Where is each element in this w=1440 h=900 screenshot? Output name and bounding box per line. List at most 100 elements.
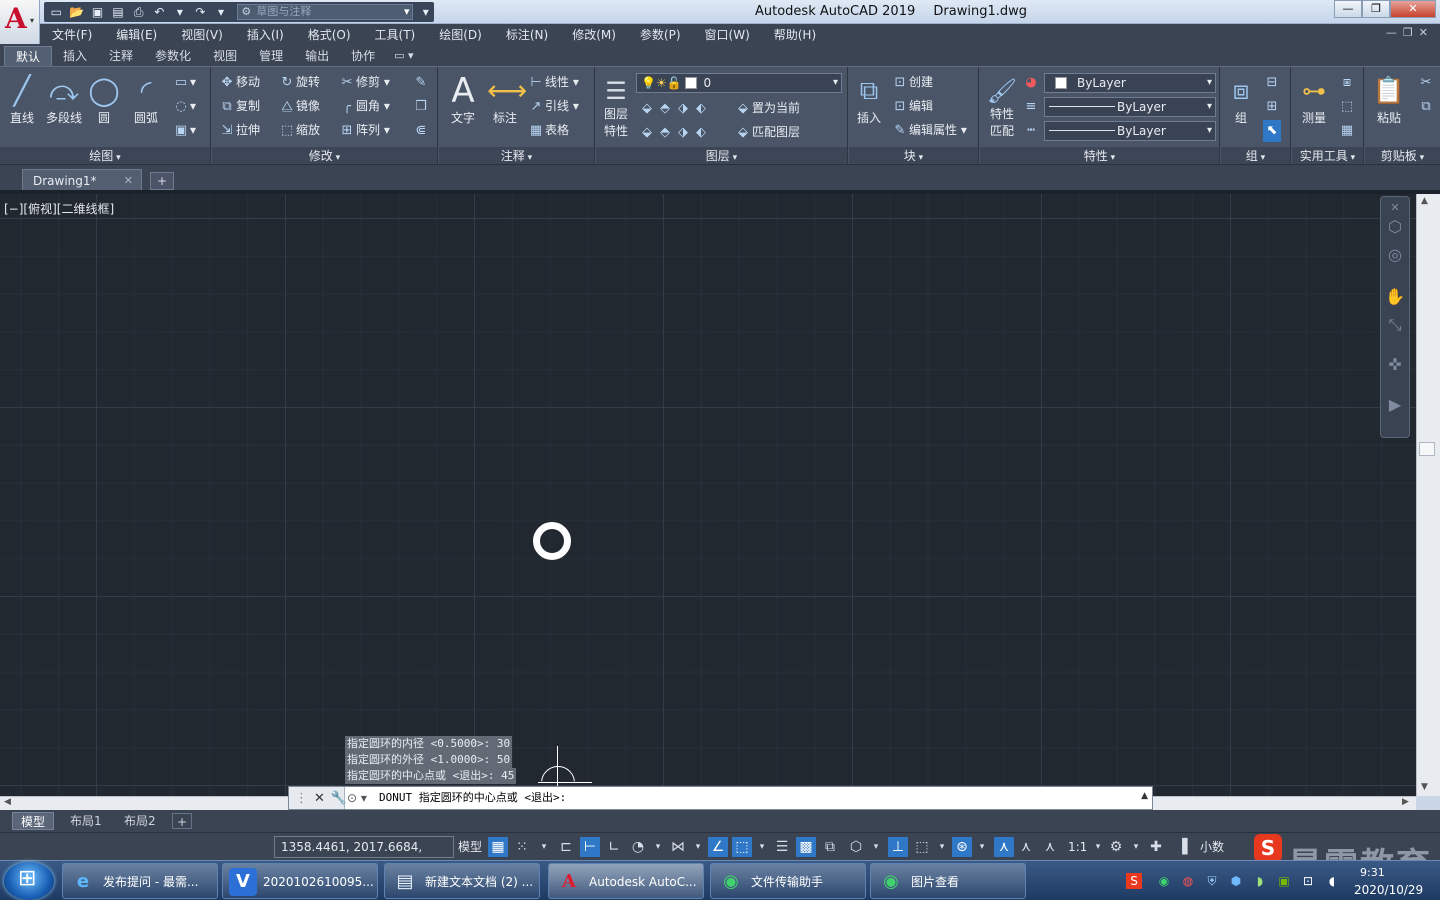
lineweight-display-icon[interactable]: ☰: [772, 837, 792, 857]
grid-icon[interactable]: ▦: [488, 837, 508, 857]
linear-button[interactable]: ⊢ 线性 ▾: [527, 71, 579, 93]
erase-button[interactable]: ✎: [412, 71, 430, 93]
menu-edit[interactable]: 编辑(E): [104, 26, 169, 43]
edit-attributes-button[interactable]: ✎ 编辑属性 ▾: [891, 119, 967, 141]
snap-dropdown-icon[interactable]: ▾: [534, 837, 554, 857]
dimension-button[interactable]: ⟷ 标注: [487, 73, 527, 126]
selection-cycling-icon[interactable]: ⧉: [820, 837, 840, 857]
minimize-button[interactable]: —: [1334, 0, 1362, 18]
3d-osnap-icon[interactable]: ⬡: [846, 837, 866, 857]
trim-button[interactable]: ✂ 修剪 ▾: [338, 71, 390, 93]
panel-annotation-title[interactable]: 注释: [439, 147, 594, 165]
color-wheel-icon[interactable]: ◕: [1022, 71, 1040, 93]
scroll-right-icon[interactable]: ▶: [1402, 797, 1409, 807]
lineweight-icon[interactable]: ≡: [1022, 95, 1040, 117]
workspace-selector[interactable]: 草图与注释: [237, 4, 414, 20]
menu-view[interactable]: 视图(V): [169, 26, 235, 43]
panel-properties-title[interactable]: 特性: [980, 147, 1219, 165]
tab-parametric[interactable]: 参数化: [144, 46, 202, 66]
arc-button[interactable]: ◜ 圆弧: [128, 73, 164, 126]
taskbar-item-autocad[interactable]: A Autodesk AutoC...: [548, 863, 704, 899]
vertical-scrollbar[interactable]: ▲ ▼: [1416, 194, 1440, 796]
dynamic-ucs-icon[interactable]: ⊥: [888, 837, 908, 857]
menu-tools[interactable]: 工具(T): [363, 26, 428, 43]
taskbar-item-browser[interactable]: e 发布提问 - 最需...: [62, 863, 218, 899]
taskbar-item-wechat-transfer[interactable]: ◉ 文件传输助手: [710, 863, 866, 899]
panel-utilities-title[interactable]: 实用工具: [1292, 147, 1363, 165]
panel-layers-title[interactable]: 图层: [596, 147, 847, 165]
layer-tools-row-1[interactable]: ⬙ ⬘ ⬗ ⬖: [638, 97, 710, 119]
save-as-icon[interactable]: ▤: [110, 5, 127, 20]
security-shield-icon[interactable]: ⛨: [1204, 873, 1220, 889]
taskbar-item-image-viewer[interactable]: ◉ 图片查看: [870, 863, 1026, 899]
clock-date[interactable]: 2020/10/29: [1354, 883, 1423, 897]
infer-constraints-icon[interactable]: ⊏: [556, 837, 576, 857]
leader-button[interactable]: ↗ 引线 ▾: [527, 95, 579, 117]
volume-icon[interactable]: ◖: [1324, 873, 1340, 889]
transparency-icon[interactable]: ▩: [796, 837, 816, 857]
polyline-button[interactable]: ⤼ 多段线: [44, 73, 84, 126]
group-button[interactable]: ⧈ 组: [1223, 73, 1259, 126]
new-tab-button[interactable]: +: [150, 172, 174, 190]
measure-button[interactable]: ⊶ 测量: [1296, 73, 1332, 126]
redo-icon[interactable]: ↷: [192, 5, 209, 20]
scroll-up-icon[interactable]: ▲: [1421, 196, 1428, 206]
new-file-icon[interactable]: ▭: [48, 5, 65, 20]
undo-icon[interactable]: ↶: [151, 5, 168, 20]
menu-window[interactable]: 窗口(W): [693, 26, 762, 43]
explode-button[interactable]: ❒: [412, 95, 430, 117]
tab-collaborate[interactable]: 协作: [340, 46, 386, 66]
add-layout-button[interactable]: +: [172, 813, 192, 829]
panel-group-title[interactable]: 组: [1221, 147, 1290, 165]
object-snap-icon[interactable]: ⬚: [732, 837, 752, 857]
tab-manage[interactable]: 管理: [248, 46, 294, 66]
donut-object[interactable]: [533, 522, 571, 560]
file-tab-drawing1[interactable]: Drawing1* ✕: [22, 169, 142, 191]
menu-dimension[interactable]: 标注(N): [494, 26, 560, 43]
close-command-icon[interactable]: ✕: [314, 791, 325, 806]
taskbar-item-notepad[interactable]: ▤ 新建文本文档 (2) ...: [384, 863, 540, 899]
cut-icon[interactable]: ✂: [1417, 71, 1435, 93]
rectangle-button[interactable]: ▭ ▾: [172, 71, 196, 93]
menu-draw[interactable]: 绘图(D): [427, 26, 494, 43]
create-block-button[interactable]: ⊡ 创建: [891, 71, 933, 93]
annotation-scale-selector[interactable]: 1:1: [1068, 836, 1087, 858]
gizmo-dropdown-icon[interactable]: ▾: [972, 837, 992, 857]
selection-filter-dropdown-icon[interactable]: ▾: [932, 837, 952, 857]
update-tray-icon[interactable]: ◗: [1252, 873, 1268, 889]
menu-help[interactable]: 帮助(H): [762, 26, 828, 43]
tab-default[interactable]: 默认: [4, 46, 53, 66]
mirror-button[interactable]: ⧋ 镜像: [278, 95, 320, 117]
steering-wheel-icon[interactable]: ◎: [1385, 245, 1405, 264]
workspace-gear-icon[interactable]: ⚙: [1106, 837, 1126, 857]
line-button[interactable]: ╱ 直线: [4, 73, 40, 126]
start-button[interactable]: [4, 862, 54, 900]
sogou-tray-icon[interactable]: S: [1126, 873, 1142, 889]
annotation-scale-icon[interactable]: ⋏: [1040, 837, 1060, 857]
print-icon[interactable]: ⎙: [130, 5, 147, 20]
osnap-dropdown-icon[interactable]: ▾: [752, 837, 772, 857]
panel-block-title[interactable]: 块: [849, 147, 978, 165]
table-button[interactable]: ▦ 表格: [527, 119, 569, 141]
tab-output[interactable]: 输出: [294, 46, 340, 66]
menu-modify[interactable]: 修改(M): [560, 26, 628, 43]
scroll-left-icon[interactable]: ◀: [4, 797, 11, 807]
color-dropdown[interactable]: ByLayer: [1044, 73, 1216, 93]
scale-dropdown-icon[interactable]: ▾: [1088, 837, 1108, 857]
recent-commands-icon[interactable]: ⊙ ▾: [347, 790, 375, 806]
tab-model[interactable]: 模型: [12, 812, 55, 830]
showmotion-icon[interactable]: ▶: [1385, 395, 1405, 414]
orbit-icon[interactable]: ✜: [1385, 355, 1405, 374]
netease-tray-icon[interactable]: ◍: [1180, 873, 1196, 889]
scale-button[interactable]: ⬚ 缩放: [278, 119, 320, 141]
move-button[interactable]: ✥ 移动: [218, 71, 260, 93]
cube-tray-icon[interactable]: ⬢: [1228, 873, 1244, 889]
command-input[interactable]: DONUT 指定圆环的中心点或 <退出>:: [379, 787, 1132, 809]
gizmo-icon[interactable]: ⊛: [952, 837, 972, 857]
menu-parametric[interactable]: 参数(P): [628, 26, 693, 43]
save-icon[interactable]: ▣: [89, 5, 106, 20]
units-display[interactable]: 小数: [1200, 836, 1224, 858]
layer-tools-row-2[interactable]: ⬙ ⬘ ⬗ ⬖: [638, 121, 710, 143]
polar-dropdown-icon[interactable]: ▾: [648, 837, 668, 857]
auto-scale-icon[interactable]: ⋏: [1016, 837, 1036, 857]
